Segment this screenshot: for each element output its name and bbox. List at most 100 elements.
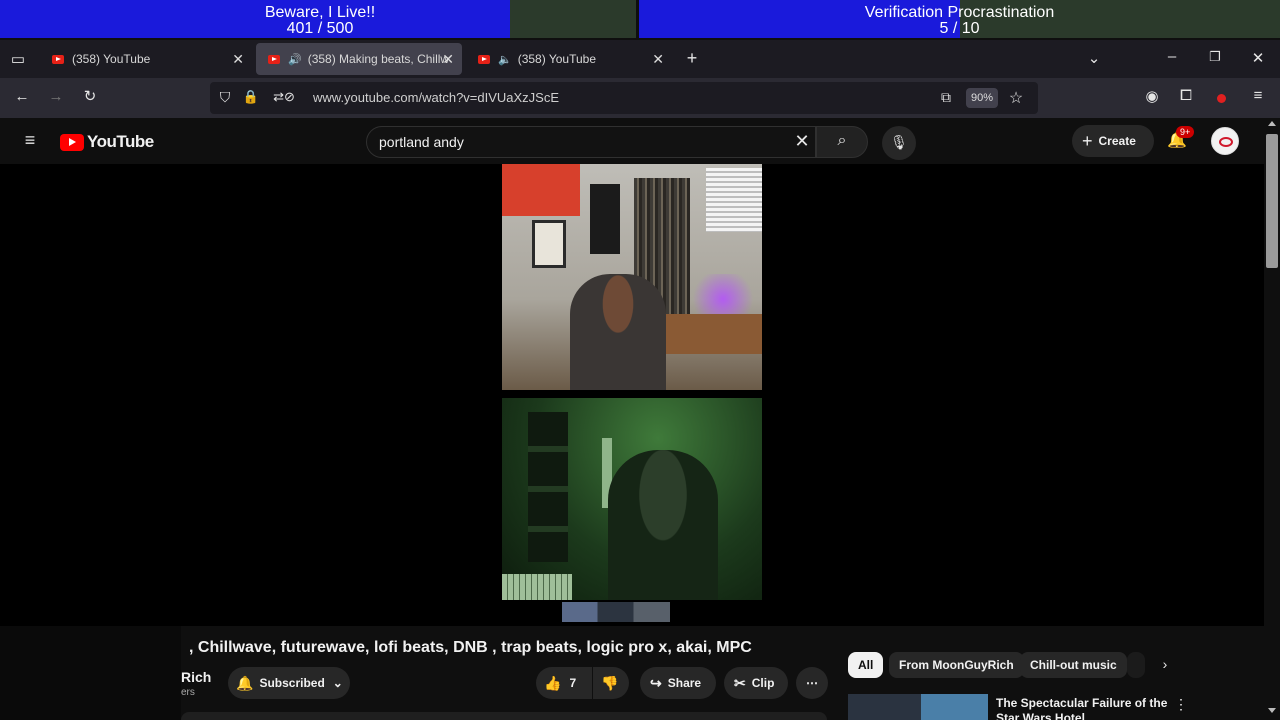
recommended-more-icon[interactable]: ⋮ — [1174, 696, 1188, 713]
chip-from-channel[interactable]: From MoonGuyRich — [889, 652, 1024, 678]
menu-icon[interactable]: ≡ — [1248, 87, 1268, 104]
dislike-button[interactable]: 👎 — [593, 667, 629, 699]
goal-bar-1: Beware, I Live!! 401 / 500 — [0, 0, 636, 38]
extensions-icon[interactable]: ⧠ — [1176, 87, 1196, 104]
keyboard-image — [502, 574, 572, 600]
video-player[interactable] — [0, 164, 1264, 626]
close-tab-icon[interactable]: ✕ — [232, 51, 244, 68]
microphone-icon: 🎙 — [890, 134, 908, 150]
tab-youtube-1[interactable]: (358) YouTube ✕ — [40, 43, 252, 75]
stream-thumbnail-strip — [562, 602, 670, 622]
close-window-icon[interactable]: ✕ — [1248, 49, 1268, 67]
share-icon: ↪ — [650, 674, 662, 691]
like-button[interactable]: 👍 7 — [536, 667, 592, 699]
chip-overflow[interactable] — [1127, 652, 1145, 678]
extension-badge-icon[interactable] — [1217, 94, 1226, 103]
search-icon: ⌕ — [837, 132, 847, 149]
recommended-title: The Spectacular Failure of the Star Wars… — [996, 696, 1168, 720]
webcam-feed-green — [502, 398, 762, 600]
notification-badge: 9+ — [1176, 126, 1195, 138]
chevron-down-icon: ⌄ — [332, 676, 343, 690]
subscribed-label: Subscribed — [259, 676, 325, 690]
share-button[interactable]: ↪ Share — [640, 667, 716, 699]
clip-label: Clip — [751, 676, 775, 690]
bookmark-star-icon[interactable]: ☆ — [1006, 88, 1026, 108]
create-label: Create — [1098, 134, 1136, 148]
youtube-favicon-icon — [268, 54, 280, 64]
webcam-feed-room — [502, 164, 762, 390]
chip-chill-out[interactable]: Chill-out music — [1020, 652, 1127, 678]
url-text[interactable]: www.youtube.com/watch?v=dIVUaXzJScE — [313, 90, 559, 105]
page-scrollbar[interactable] — [1264, 118, 1280, 720]
close-tab-icon[interactable]: ✕ — [442, 51, 454, 68]
window-blinds-image — [706, 168, 762, 232]
shield-icon[interactable]: ⛉ — [216, 89, 234, 106]
poster-image — [502, 164, 580, 216]
youtube-header: ≡ YouTube portland andy ✕ ⌕ 🎙 + Create 🔔… — [0, 118, 1264, 164]
youtube-favicon-icon — [52, 54, 64, 64]
search-input-value: portland andy — [379, 134, 464, 150]
speaker-icon[interactable]: 🔊 — [288, 53, 302, 66]
new-tab-icon[interactable]: + — [682, 48, 702, 69]
tab-list-chevron-icon[interactable]: ⌄ — [1084, 49, 1104, 67]
plus-icon: + — [1082, 130, 1093, 151]
channel-subscriber-count: ers — [181, 687, 195, 698]
goal-bar-2-title: Verification Procrastination — [864, 4, 1055, 21]
recommended-video[interactable]: The Spectacular Failure of the Star Wars… — [848, 694, 1188, 720]
thumbs-up-icon: 👍 — [544, 674, 562, 691]
zoom-level[interactable]: 90% — [966, 88, 999, 108]
scissors-icon: ✂ — [734, 674, 746, 691]
acoustic-panels-image — [528, 412, 568, 562]
tab-label: (358) YouTube — [72, 52, 151, 66]
tab-youtube-2[interactable]: 🔈 (358) YouTube ✕ — [466, 43, 672, 75]
scroll-down-icon[interactable] — [1268, 708, 1276, 713]
back-icon[interactable]: ← — [12, 88, 32, 105]
wall-art-image — [532, 220, 566, 268]
more-horizontal-icon: ⋯ — [806, 676, 818, 690]
search-input[interactable]: portland andy ✕ — [366, 126, 816, 158]
chips-next-chevron-icon[interactable]: › — [1156, 656, 1174, 672]
chip-all[interactable]: All — [848, 652, 884, 678]
search-button[interactable]: ⌕ — [816, 126, 868, 158]
share-label: Share — [667, 676, 702, 690]
forward-icon[interactable]: → — [46, 88, 66, 105]
more-actions-button[interactable]: ⋯ — [796, 667, 828, 699]
desk-image — [662, 314, 762, 354]
account-icon[interactable]: ◉ — [1142, 87, 1162, 105]
avatar-mark-icon — [1219, 137, 1233, 147]
recommended-thumbnail — [848, 694, 988, 720]
dark-panel-image — [590, 184, 620, 254]
permissions-icon[interactable]: ⇄⊘ — [266, 89, 302, 105]
channel-name[interactable]: Rich — [181, 669, 211, 685]
create-button[interactable]: + Create — [1072, 125, 1154, 157]
scroll-up-icon[interactable] — [1268, 121, 1276, 126]
tab-label: (358) YouTube — [517, 52, 596, 66]
tab-overview-icon[interactable]: ▭ — [8, 50, 28, 68]
subscribed-button[interactable]: 🔔 Subscribed ⌄ — [228, 667, 350, 699]
goal-bar-2: Verification Procrastination 5 / 10 — [639, 0, 1280, 38]
close-tab-icon[interactable]: ✕ — [652, 51, 664, 68]
person-image — [570, 274, 666, 390]
url-bar[interactable]: ⛉ 🔒 ⇄⊘ www.youtube.com/watch?v=dIVUaXzJS… — [210, 82, 1038, 114]
goal-bar-2-count: 5 / 10 — [939, 20, 980, 37]
clear-search-icon[interactable]: ✕ — [791, 131, 813, 152]
tab-strip: ▭ (358) YouTube ✕ 🔊 (358) Making beats, … — [0, 40, 1280, 78]
description-box-edge — [181, 712, 827, 720]
bell-ring-icon: 🔔 — [236, 674, 254, 691]
restore-icon[interactable]: ❐ — [1205, 49, 1225, 65]
avatar[interactable] — [1211, 127, 1239, 155]
reload-icon[interactable]: ↻ — [80, 87, 100, 105]
youtube-logo[interactable]: YouTube — [60, 132, 154, 152]
clip-button[interactable]: ✂ Clip — [724, 667, 788, 699]
scrollbar-thumb[interactable] — [1266, 134, 1278, 268]
muted-speaker-icon[interactable]: 🔈 — [498, 53, 512, 66]
lock-icon[interactable]: 🔒 — [242, 89, 260, 105]
goal-bar-1-title: Beware, I Live!! — [264, 4, 376, 21]
youtube-favicon-icon — [478, 54, 490, 64]
tab-making-beats[interactable]: 🔊 (358) Making beats, Chillwa ✕ — [256, 43, 462, 75]
hamburger-menu-icon[interactable]: ≡ — [20, 130, 40, 151]
minimize-icon[interactable]: – — [1162, 48, 1182, 65]
picture-in-picture-icon[interactable]: ⧉ — [936, 89, 956, 106]
voice-search-button[interactable]: 🎙 — [882, 126, 916, 160]
youtube-logo-icon — [60, 133, 84, 151]
